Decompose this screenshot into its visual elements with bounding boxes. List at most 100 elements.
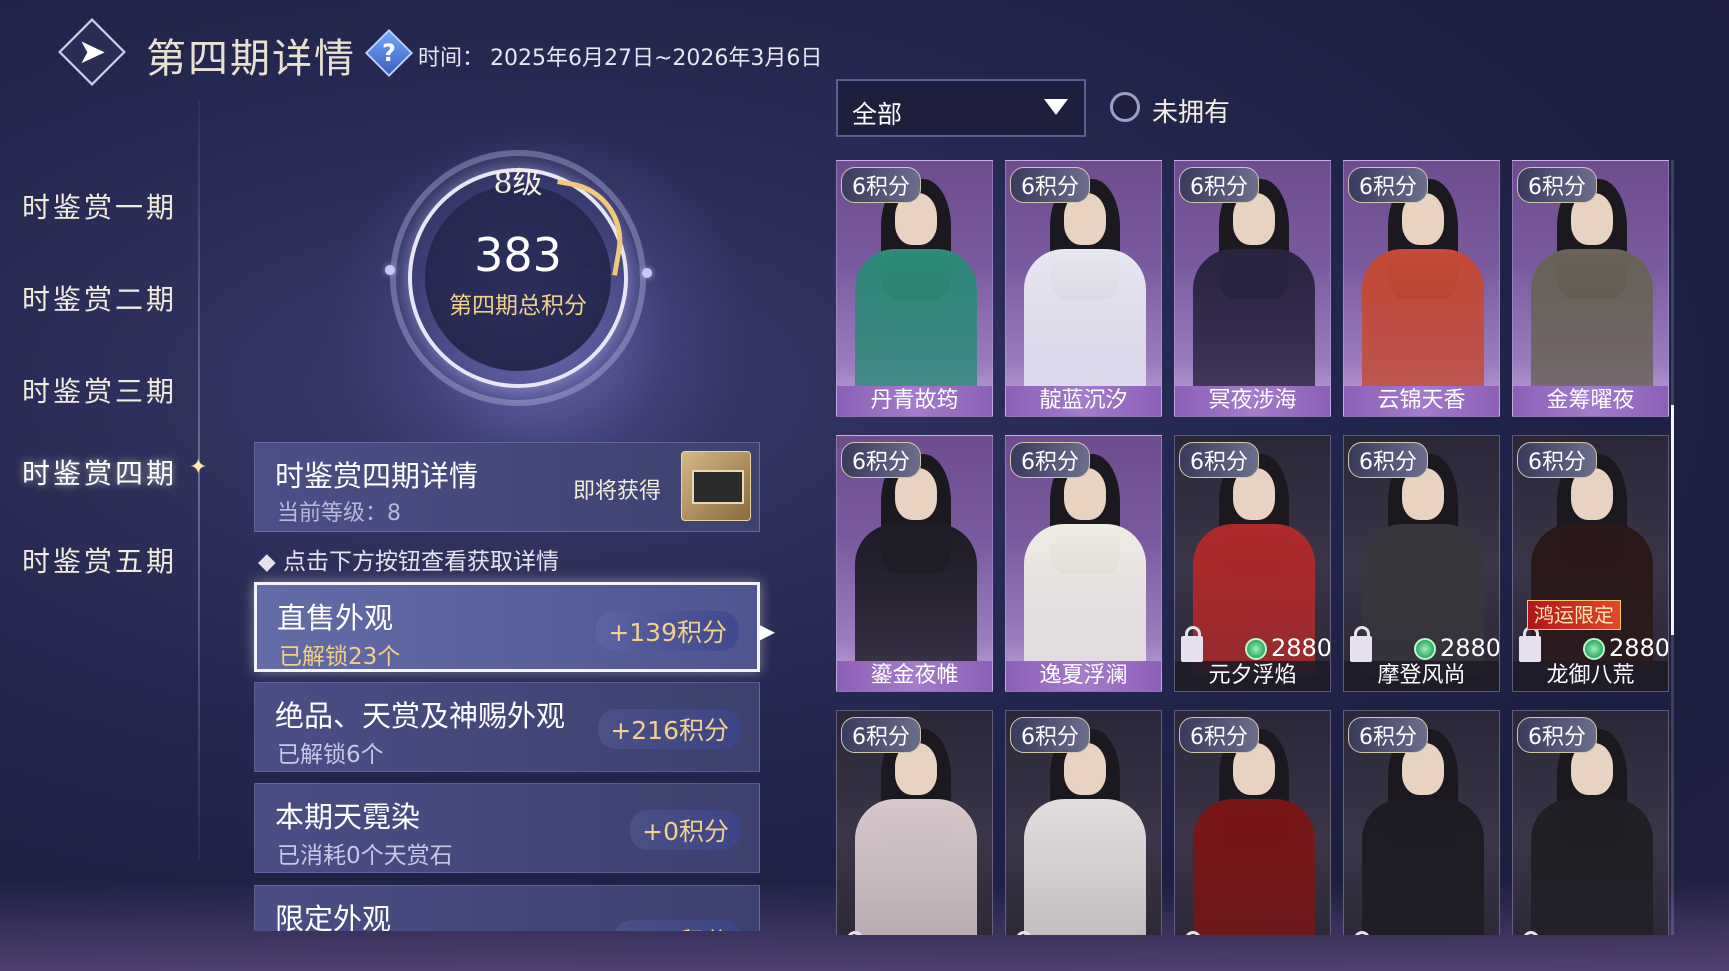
filter-dropdown[interactable]: 全部	[836, 79, 1086, 137]
outfit-card[interactable]: 6积分金筹曜夜	[1512, 160, 1669, 417]
outfit-card[interactable]: 6积分 元夕浮焰 2880	[1174, 435, 1331, 692]
points-badge: 6积分	[1010, 717, 1090, 753]
category-subtitle: 已消耗0个天赏石	[277, 843, 453, 869]
category-title: 限定外观	[275, 902, 392, 931]
nav-item-period-4[interactable]: 时鉴赏四期	[22, 452, 177, 492]
points-badge: 6积分	[1517, 717, 1597, 753]
lock-icon	[1350, 626, 1372, 662]
category-subtitle: 已解锁6个	[277, 742, 384, 768]
reward-frame-icon	[692, 470, 744, 504]
ring-dot-left	[385, 265, 395, 275]
nav-item-period-3[interactable]: 时鉴赏三期	[22, 370, 177, 410]
category-points: +216积分	[598, 709, 741, 749]
outfit-figure-body	[1531, 249, 1653, 399]
outfit-card[interactable]: 6积分商城	[1174, 710, 1331, 935]
price-label: 2880	[1609, 634, 1669, 662]
category-points: +139积分	[596, 611, 739, 651]
lock-icon	[1519, 626, 1541, 662]
unowned-label[interactable]: 未拥有	[1152, 92, 1230, 129]
ring-dot-right	[642, 268, 652, 278]
outfit-card[interactable]: 6积分 丹青故筠	[836, 160, 993, 417]
time-range: 2025年6月27日~2026年3月6日	[490, 46, 823, 71]
points-badge: 6积分	[1179, 717, 1259, 753]
outfit-figure-body	[1024, 249, 1146, 399]
outfit-card[interactable]: 6积分2880	[1343, 710, 1500, 935]
points-badge: 6积分	[1179, 167, 1259, 203]
points-badge: 6积分	[841, 717, 921, 753]
outfit-figure-body	[1362, 799, 1484, 935]
category-points: +28积分	[614, 920, 741, 931]
price-label: 2880	[1440, 634, 1500, 662]
points-badge: 6积分	[1010, 167, 1090, 203]
jade-currency-icon	[1245, 638, 1267, 660]
outfit-card[interactable]: 6积分2880	[1512, 710, 1669, 935]
points-badge: 6积分	[1517, 442, 1597, 478]
outfit-card[interactable]: 6积分2880	[1005, 710, 1162, 935]
outfit-name: 元夕浮焰	[1175, 661, 1330, 691]
hint-label: 点击下方按钮查看获取详情	[283, 549, 559, 575]
total-score: 383	[474, 228, 562, 282]
category-subtitle: 已解锁23个	[279, 644, 401, 670]
category-limited[interactable]: 限定外观 +28积分	[254, 885, 760, 931]
filter-dropdown-value: 全部	[852, 100, 903, 129]
outfit-figure-body	[1193, 249, 1315, 399]
nav-item-period-1[interactable]: 时鉴赏一期	[22, 186, 177, 226]
outfit-figure-body	[855, 249, 977, 399]
dropdown-arrow-icon	[1044, 99, 1068, 115]
points-badge: 6积分	[1348, 167, 1428, 203]
period-detail-panel[interactable]: 时鉴赏四期详情 当前等级：8 即将获得	[254, 442, 760, 532]
nav-item-period-2[interactable]: 时鉴赏二期	[22, 278, 177, 318]
unowned-radio[interactable]	[1110, 92, 1140, 122]
outfit-name: 冥夜涉海	[1175, 386, 1330, 416]
outfit-card[interactable]: 6积分2880	[836, 710, 993, 935]
upcoming-reward-item[interactable]	[681, 451, 751, 521]
outfit-name: 金筹曜夜	[1513, 386, 1668, 416]
jade-currency-icon	[1414, 638, 1436, 660]
points-badge: 6积分	[1348, 717, 1428, 753]
outfit-figure-body	[1024, 799, 1146, 935]
category-title: 本期天霓染	[275, 800, 421, 834]
category-title: 直售外观	[277, 601, 394, 635]
outfit-figure-body	[855, 524, 977, 674]
outfit-card[interactable]: 6积分逸夏浮澜	[1005, 435, 1162, 692]
back-arrow-icon[interactable]: ➤	[68, 32, 116, 72]
current-level: 当前等级：8	[277, 501, 401, 526]
lock-icon	[1181, 626, 1203, 662]
outfit-figure-body	[1024, 524, 1146, 674]
category-premium[interactable]: 绝品、天赏及神赐外观 已解锁6个 +216积分	[254, 682, 760, 772]
jade-currency-icon	[1583, 638, 1605, 660]
points-badge: 6积分	[841, 442, 921, 478]
category-title: 绝品、天赏及神赐外观	[275, 699, 566, 733]
selected-caret-icon: ▶	[759, 619, 775, 643]
upcoming-reward-label: 即将获得	[573, 479, 662, 504]
outfit-figure-body	[1531, 799, 1653, 935]
outfit-figure-body	[1193, 799, 1315, 935]
grid-scroll-thumb[interactable]	[1671, 405, 1674, 635]
nav-item-period-5[interactable]: 时鉴赏五期	[22, 540, 177, 580]
outfit-name: 鎏金夜帷	[837, 661, 992, 691]
category-limited-clip: 限定外观 +28积分	[254, 885, 760, 931]
nav-divider	[198, 100, 200, 860]
points-badge: 6积分	[1348, 442, 1428, 478]
total-score-label: 第四期总积分	[449, 293, 587, 319]
outfit-card[interactable]: 6积分云锦天香	[1343, 160, 1500, 417]
outfit-name: 龙御八荒	[1513, 661, 1668, 691]
outfit-name: 逸夏浮澜	[1006, 661, 1161, 691]
outfit-card[interactable]: 6积分冥夜涉海	[1174, 160, 1331, 417]
outfit-name: 摩登风尚	[1344, 661, 1499, 691]
outfit-card[interactable]: 6积分 靛蓝沉汐	[1005, 160, 1162, 417]
points-badge: 6积分	[1010, 442, 1090, 478]
outfit-card[interactable]: 6积分龙御八荒 2880 鸿运限定	[1512, 435, 1669, 692]
points-badge: 6积分	[1517, 167, 1597, 203]
outfit-figure-body	[1362, 249, 1484, 399]
outfit-name: 云锦天香	[1344, 386, 1499, 416]
help-question-mark[interactable]: ?	[372, 34, 406, 68]
period-detail-title: 时鉴赏四期详情	[275, 459, 479, 493]
points-badge: 6积分	[1179, 442, 1259, 478]
limited-tag: 鸿运限定	[1527, 600, 1621, 630]
outfit-card[interactable]: 6积分鎏金夜帷	[836, 435, 993, 692]
outfit-card[interactable]: 6积分摩登风尚 2880	[1343, 435, 1500, 692]
category-direct-sale[interactable]: 直售外观 已解锁23个 +139积分 ▶	[254, 582, 775, 672]
outfit-grid: 6积分 丹青故筠 6积分 靛蓝沉汐 6积分 冥夜涉海 6积分 云锦天香 6积分 金筹曜夜 6积分 鎏金…	[836, 160, 1676, 935]
category-dye[interactable]: 本期天霓染 已消耗0个天赏石 +0积分	[254, 783, 760, 873]
